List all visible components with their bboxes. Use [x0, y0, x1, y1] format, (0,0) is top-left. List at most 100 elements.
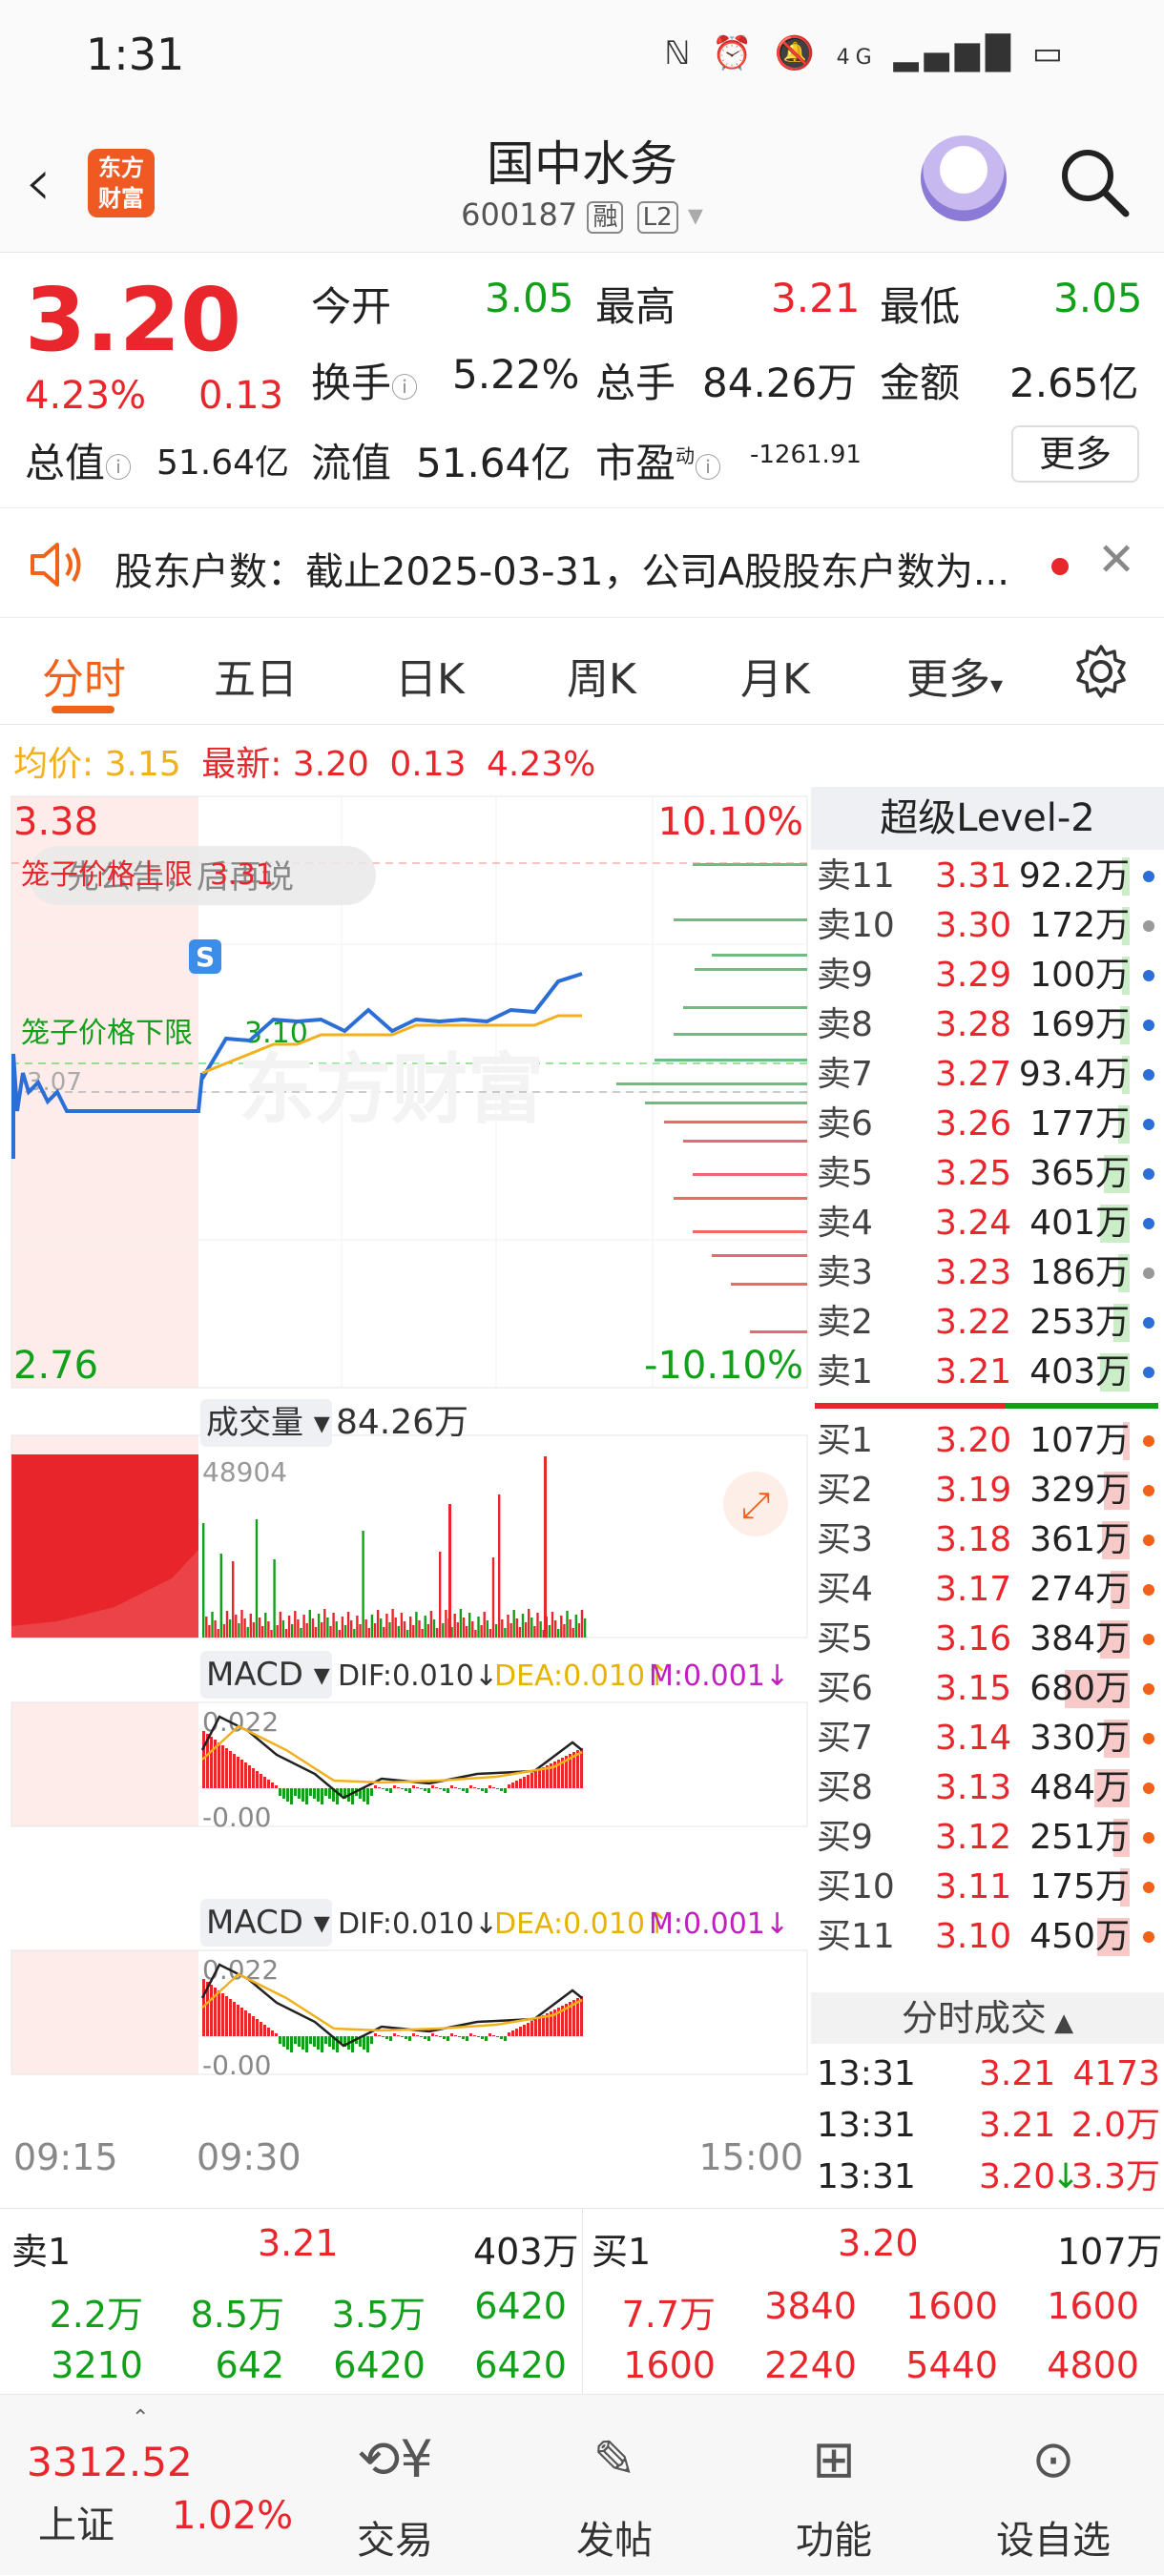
macd-histogram-bar [290, 2036, 293, 2052]
volume-bar [264, 1613, 267, 1638]
ask-row[interactable]: 卖4 3.24 401万 [811, 1199, 1164, 1248]
macd-histogram-bar [469, 1785, 472, 1788]
ask-row[interactable]: 卖1 3.21 403万 [811, 1348, 1164, 1397]
macd-histogram-bar [267, 1780, 270, 1788]
volume-bar [429, 1611, 433, 1638]
bid-label: 买9 [817, 1818, 873, 1857]
bid-row[interactable]: 买9 3.12 251万 [811, 1813, 1164, 1863]
ask-row[interactable]: 卖11 3.31 92.2万 [811, 852, 1164, 901]
bid-label: 买4 [817, 1570, 873, 1609]
bid-label: 买6 [817, 1669, 873, 1708]
macd-dif: DIF:0.010↓ [338, 1907, 498, 1941]
macd-histogram-bar [263, 1777, 266, 1788]
volume-bar [394, 1618, 397, 1638]
ask-row[interactable]: 卖7 3.27 93.4万 [811, 1050, 1164, 1100]
depth-bar [712, 954, 807, 957]
volume-bar [397, 1626, 400, 1638]
volume-bar [442, 1623, 445, 1638]
trade-price: 3.21 [979, 2106, 1056, 2145]
volume-bar [376, 1610, 380, 1638]
bid-volume: 384万 [1029, 1619, 1130, 1659]
intraday-chart[interactable]: 先公告，后再说 笼子价格上限 3.31 笼子价格下限 3.10 3.07 S 3.38 2.76… [0, 787, 811, 2208]
bid-price: 3.20 [935, 1421, 1012, 1460]
tab-weekly-k[interactable]: 周K [567, 645, 636, 706]
macd-histogram-bar [237, 1757, 239, 1788]
macd-histogram-bar [301, 1788, 304, 1802]
nav-trade[interactable]: 交易 [319, 2509, 471, 2565]
upper-limit-label: 笼子价格上限 [21, 858, 193, 892]
volume-bar [249, 1614, 252, 1638]
nav-add-watchlist[interactable]: 设自选 [977, 2509, 1130, 2565]
pe-value: -1261.91 [750, 441, 862, 469]
info-icon[interactable]: ⓘ [105, 452, 132, 484]
close-icon[interactable]: ✕ [1097, 533, 1135, 587]
macd-histogram-bar [366, 1788, 369, 1804]
pct-max-label: 10.10% [657, 800, 803, 844]
tab-more[interactable]: 更多▾ [906, 645, 1003, 706]
info-icon[interactable]: ⓘ [695, 452, 721, 484]
volume-bar [317, 1614, 321, 1638]
bid-row[interactable]: 买4 3.17 274万 [811, 1565, 1164, 1615]
ask-row[interactable]: 卖8 3.28 169万 [811, 1000, 1164, 1050]
bid-row[interactable]: 买6 3.15 680万 [811, 1664, 1164, 1714]
ask-row[interactable]: 卖5 3.25 365万 [811, 1149, 1164, 1199]
ask-row[interactable]: 卖9 3.29 100万 [811, 951, 1164, 1000]
volume-bar [512, 1610, 515, 1638]
volume-bar [432, 1619, 436, 1638]
ask-bid-divider [815, 1403, 1006, 1409]
macd-histogram-bar [324, 1788, 327, 1796]
info-icon[interactable]: ⓘ [391, 372, 418, 403]
level2-title[interactable]: 超级Level-2 [811, 787, 1164, 850]
macd-histogram-bar [424, 2036, 426, 2039]
change-amount: 0.13 [198, 374, 284, 418]
index-widget[interactable]: ⌃ 3312.52 上证 1.02% [0, 2395, 315, 2576]
macd-histogram-bar [317, 2036, 320, 2050]
bid-row[interactable]: 买2 3.19 329万 [811, 1466, 1164, 1515]
volume-label: 总手 [595, 360, 676, 406]
nav-function[interactable]: 功能 [758, 2509, 910, 2565]
bid-price: 3.13 [935, 1768, 1012, 1807]
bid-row[interactable]: 买1 3.20 107万 [811, 1416, 1164, 1466]
bid-price: 3.18 [935, 1520, 1012, 1559]
macd-histogram-bar [492, 2035, 495, 2036]
gear-icon[interactable] [1072, 643, 1130, 700]
depth-bar [674, 1033, 807, 1036]
bid-row[interactable]: 买8 3.13 484万 [811, 1763, 1164, 1813]
tab-five-day[interactable]: 五日 [214, 645, 298, 706]
macd-histogram-bar [382, 1788, 385, 1789]
upper-limit-value: 3.31 [210, 858, 274, 892]
bid-row[interactable]: 买10 3.11 175万 [811, 1863, 1164, 1912]
macd-histogram-bar [450, 2033, 453, 2036]
volume-bar [488, 1629, 492, 1638]
latest-pct: 4.23% [487, 745, 596, 784]
volume-bar [580, 1610, 584, 1638]
tab-monthly-k[interactable]: 月K [740, 645, 810, 706]
more-button[interactable]: 更多 [1011, 425, 1139, 483]
volume-bar [380, 1618, 383, 1638]
ask-row[interactable]: 卖6 3.26 177万 [811, 1100, 1164, 1149]
notice-bar[interactable]: 股东户数：截止2025-03-31，公司A股股东户数为... ✕ [0, 507, 1164, 618]
ask-row[interactable]: 卖2 3.22 253万 [811, 1298, 1164, 1348]
macd-histogram-bar [305, 1788, 308, 1804]
ask-row[interactable]: 卖3 3.23 186万 [811, 1248, 1164, 1298]
assistant-avatar-icon[interactable] [921, 135, 1007, 221]
bid-row[interactable]: 买5 3.16 384万 [811, 1615, 1164, 1664]
ask-row[interactable]: 卖10 3.30 172万 [811, 901, 1164, 951]
trades-header[interactable]: 分时成交 ▲ [811, 1992, 1164, 2044]
volume-bar [507, 1615, 509, 1638]
bid-row[interactable]: 买3 3.18 361万 [811, 1515, 1164, 1565]
volume-bar [308, 1610, 311, 1638]
macd-histogram-bar [519, 1779, 522, 1788]
bid-row[interactable]: 买11 3.10 450万 [811, 1912, 1164, 1962]
macd-histogram-bar [580, 1748, 583, 1788]
unread-dot [1051, 558, 1069, 575]
tab-daily-k[interactable]: 日K [395, 645, 465, 706]
macd-histogram-bar [458, 2036, 461, 2037]
nav-post[interactable]: 发帖 [538, 2509, 691, 2565]
search-icon[interactable] [1055, 143, 1132, 219]
bid-row[interactable]: 买7 3.14 330万 [811, 1714, 1164, 1763]
tab-intraday[interactable]: 分时 [42, 645, 126, 706]
volume-bar [486, 1620, 488, 1638]
macd-histogram-bar [275, 2033, 278, 2036]
volume-bar [222, 1624, 226, 1638]
